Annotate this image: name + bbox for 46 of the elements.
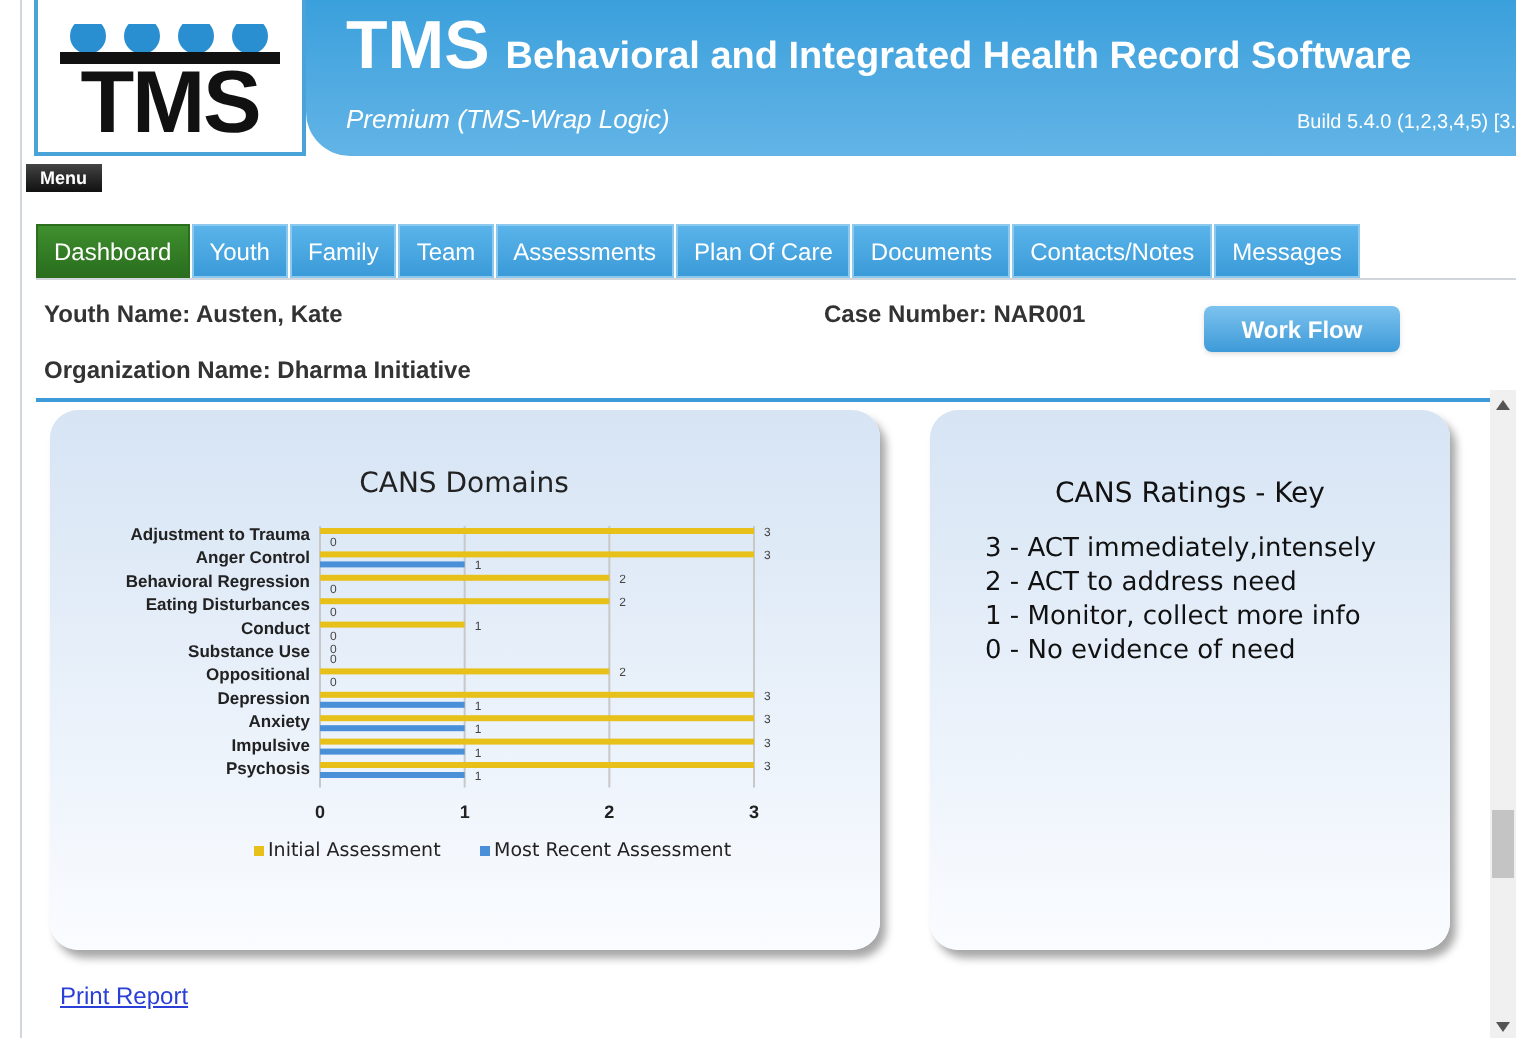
youth-name: Youth Name: Austen, Kate [44, 298, 345, 332]
category-label: Depression [217, 687, 310, 708]
tab[interactable]: Messages [1214, 224, 1360, 278]
tab[interactable]: Plan Of Care [676, 224, 851, 278]
tab[interactable]: Documents [852, 224, 1011, 278]
tab[interactable]: Contacts/Notes [1012, 224, 1213, 278]
tab[interactable]: Dashboard [36, 224, 190, 278]
logo-text: TMS [80, 64, 260, 144]
edition-label: Premium (TMS-Wrap Logic) [346, 101, 670, 138]
scroll-up-icon[interactable] [1496, 400, 1510, 410]
category-label: Impulsive [231, 734, 310, 755]
menu-button[interactable]: Menu [26, 164, 101, 192]
key-line: 3 - ACT immediately,intensely [985, 532, 1379, 566]
legend-label: Initial Assessment [268, 840, 441, 862]
case-number: Case Number: NAR001 [824, 298, 1088, 332]
axis-tick-label: 0 [315, 802, 325, 822]
category-label: Adjustment to Trauma [130, 524, 310, 544]
tab[interactable]: Assessments [495, 224, 675, 278]
organization-name: Organization Name: Dharma Initiative [44, 354, 473, 388]
category-label: Oppositional [206, 664, 310, 685]
work-flow-button[interactable]: Work Flow [1204, 306, 1400, 352]
key-line: 0 - No evidence of need [985, 634, 1298, 668]
key-line: 1 - Monitor, collect more info [985, 600, 1363, 634]
app-subtitle: Behavioral and Integrated Health Record Software [505, 34, 1412, 82]
category-label: Anger Control [195, 547, 310, 568]
tab[interactable]: Team [398, 224, 494, 278]
category-label: Psychosis [225, 758, 310, 778]
category-label: Conduct [241, 617, 310, 638]
key-line: 2 - ACT to address need [985, 566, 1299, 600]
key-title: CANS Ratings - Key [1055, 476, 1325, 514]
axis-tick-label: 2 [604, 802, 615, 822]
print-report-link[interactable]: Print Report [60, 978, 189, 1014]
axis-tick-label: 3 [749, 802, 759, 822]
legend-label: Most Recent Assessment [494, 840, 732, 862]
app-name: TMS [346, 8, 490, 84]
category-label: Substance Use [188, 641, 310, 661]
scroll-down-icon[interactable] [1496, 1022, 1510, 1032]
tab[interactable]: Family [289, 224, 397, 278]
axis-tick-label: 1 [459, 802, 470, 822]
category-label: Behavioral Regression [125, 570, 310, 591]
category-label: Eating Disturbances [145, 594, 310, 615]
scroll-thumb[interactable] [1492, 810, 1514, 878]
tab[interactable]: Youth [191, 224, 288, 278]
category-label: Anxiety [248, 711, 310, 732]
build-label: Build 5.4.0 (1,2,3,4,5) [3. [1296, 110, 1516, 138]
chart-title: CANS Domains [359, 468, 569, 500]
